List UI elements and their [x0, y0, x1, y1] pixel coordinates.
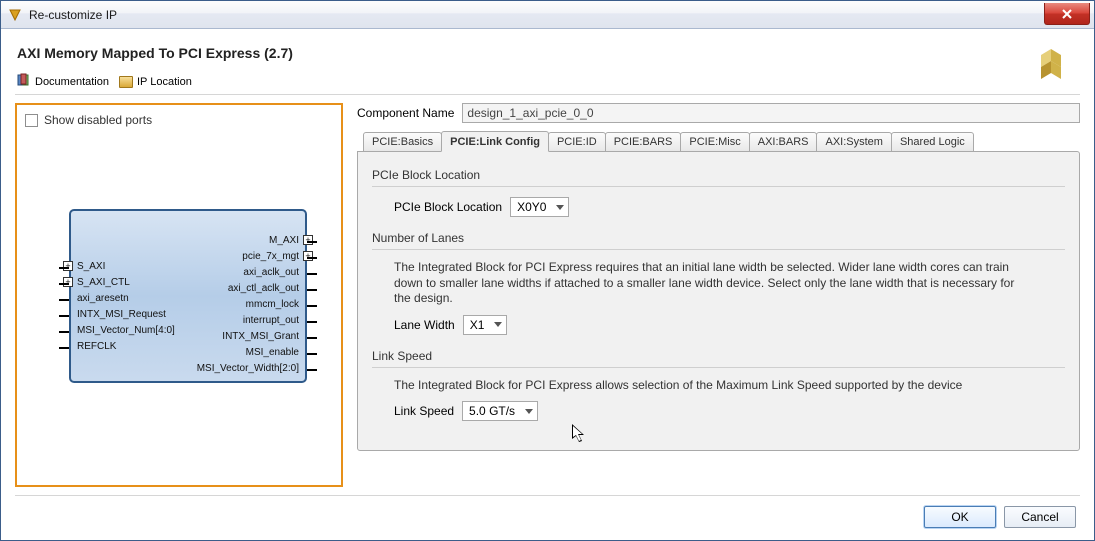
- tab-axi-system[interactable]: AXI:System: [816, 132, 891, 152]
- show-disabled-ports-checkbox[interactable]: Show disabled ports: [25, 111, 333, 131]
- link-speed-select[interactable]: 5.0 GT/s: [462, 401, 538, 421]
- port-msi-vector-num-4-0-: MSI_Vector_Num[4:0]: [77, 325, 175, 336]
- checkbox-icon: [25, 114, 38, 127]
- ip-block: +S_AXI +S_AXI_CTL axi_aresetn INTX_MSI_Requ…: [69, 209, 307, 383]
- window-title: Re-customize IP: [29, 8, 117, 22]
- port-axi-aresetn: axi_aresetn: [77, 293, 129, 304]
- port-interrupt-out: interrupt_out: [243, 315, 299, 326]
- ok-button[interactable]: OK: [924, 506, 996, 528]
- documentation-link[interactable]: Documentation: [15, 73, 111, 90]
- ip-location-label: IP Location: [137, 76, 192, 88]
- block-location-row: PCIe Block Location X0Y0: [394, 197, 1065, 217]
- tab-pcie-bars[interactable]: PCIE:BARS: [605, 132, 682, 152]
- link-speed-note: The Integrated Block for PCI Express all…: [394, 378, 1024, 394]
- expand-icon[interactable]: +: [63, 277, 73, 287]
- link-speed-row: Link Speed 5.0 GT/s: [394, 401, 1065, 421]
- lane-width-row: Lane Width X1: [394, 315, 1065, 335]
- lanes-note: The Integrated Block for PCI Express req…: [394, 260, 1024, 307]
- port-msi-vector-width-2-0-: MSI_Vector_Width[2:0]: [197, 363, 299, 374]
- config-panel: Component Name PCIE:BasicsPCIE:Link Conf…: [357, 103, 1080, 487]
- block-location-select[interactable]: X0Y0: [510, 197, 569, 217]
- separator: [372, 186, 1065, 187]
- port-stub: [307, 241, 317, 243]
- port-mmcm-lock: mmcm_lock: [246, 299, 299, 310]
- port-pcie-7x-mgt: pcie_7x_mgt+: [242, 251, 299, 262]
- toolbar: Documentation IP Location: [15, 71, 1080, 95]
- port-s-axi-ctl: +S_AXI_CTL: [77, 277, 130, 288]
- folder-icon: [119, 76, 133, 88]
- port-stub: [307, 369, 317, 371]
- tab-shared-logic[interactable]: Shared Logic: [891, 132, 974, 152]
- port-stub: [307, 257, 317, 259]
- port-stub: [59, 331, 69, 333]
- port-m-axi: M_AXI+: [269, 235, 299, 246]
- titlebar: Re-customize IP: [1, 1, 1094, 29]
- port-axi-ctl-aclk-out: axi_ctl_aclk_out: [228, 283, 299, 294]
- block-location-section-label: PCIe Block Location: [372, 168, 1065, 182]
- lanes-section-label: Number of Lanes: [372, 231, 1065, 245]
- tab-pcie-misc[interactable]: PCIE:Misc: [680, 132, 749, 152]
- tab-pcie-link-config[interactable]: PCIE:Link Config: [441, 131, 549, 152]
- chevron-down-icon: [525, 409, 533, 414]
- port-refclk: REFCLK: [77, 341, 116, 352]
- tab-body-link-config: PCIe Block Location PCIe Block Location …: [357, 151, 1080, 451]
- lane-width-select[interactable]: X1: [463, 315, 508, 335]
- chevron-down-icon: [494, 322, 502, 327]
- ip-diagram: +S_AXI +S_AXI_CTL axi_aresetn INTX_MSI_Requ…: [25, 131, 333, 477]
- ip-location-link[interactable]: IP Location: [117, 76, 194, 88]
- component-name-row: Component Name: [357, 103, 1080, 131]
- port-stub: [59, 347, 69, 349]
- link-speed-section-label: Link Speed: [372, 349, 1065, 363]
- block-location-label: PCIe Block Location: [394, 200, 502, 214]
- port-stub: [59, 299, 69, 301]
- tabs-container: PCIE:BasicsPCIE:Link ConfigPCIE:IDPCIE:B…: [357, 131, 1080, 451]
- tab-axi-bars[interactable]: AXI:BARS: [749, 132, 818, 152]
- show-disabled-label: Show disabled ports: [44, 113, 152, 127]
- tab-pcie-basics[interactable]: PCIE:Basics: [363, 132, 442, 152]
- content-area: AXI Memory Mapped To PCI Express (2.7): [1, 29, 1094, 540]
- port-stub: [307, 353, 317, 355]
- link-speed-value: 5.0 GT/s: [469, 404, 515, 418]
- port-stub: [59, 315, 69, 317]
- separator: [372, 249, 1065, 250]
- body-row: Show disabled ports +S_AXI +S_AXI_CTL axi_…: [15, 103, 1080, 487]
- component-name-input[interactable]: [462, 103, 1080, 123]
- lane-width-label: Lane Width: [394, 318, 455, 332]
- documentation-label: Documentation: [35, 76, 109, 88]
- port-stub: [307, 273, 317, 275]
- preview-panel: Show disabled ports +S_AXI +S_AXI_CTL axi_…: [15, 103, 343, 487]
- page-title: AXI Memory Mapped To PCI Express (2.7): [15, 41, 1080, 71]
- dialog-window: Re-customize IP AXI Memory Mapped To PCI…: [0, 0, 1095, 541]
- expand-icon[interactable]: +: [303, 235, 313, 245]
- port-stub: [59, 283, 69, 285]
- port-axi-aclk-out: axi_aclk_out: [243, 267, 299, 278]
- tabs-row: PCIE:BasicsPCIE:Link ConfigPCIE:IDPCIE:B…: [357, 131, 1080, 152]
- port-intx-msi-grant: INTX_MSI_Grant: [222, 331, 299, 342]
- port-stub: [59, 267, 69, 269]
- port-msi-enable: MSI_enable: [246, 347, 299, 358]
- app-icon: [7, 7, 23, 23]
- lane-width-value: X1: [470, 318, 485, 332]
- book-icon: [17, 73, 31, 90]
- close-icon: [1061, 9, 1073, 19]
- close-button[interactable]: [1044, 3, 1090, 25]
- port-stub: [307, 337, 317, 339]
- component-name-label: Component Name: [357, 106, 454, 120]
- vendor-logo: [1028, 45, 1074, 94]
- port-stub: [307, 321, 317, 323]
- port-s-axi: +S_AXI: [77, 261, 105, 272]
- dialog-footer: OK Cancel: [15, 495, 1080, 530]
- expand-icon[interactable]: +: [63, 261, 73, 271]
- expand-icon[interactable]: +: [303, 251, 313, 261]
- cancel-button[interactable]: Cancel: [1004, 506, 1076, 528]
- port-stub: [307, 305, 317, 307]
- port-stub: [307, 289, 317, 291]
- block-location-value: X0Y0: [517, 200, 546, 214]
- chevron-down-icon: [556, 205, 564, 210]
- separator: [372, 367, 1065, 368]
- tab-pcie-id[interactable]: PCIE:ID: [548, 132, 606, 152]
- port-intx-msi-request: INTX_MSI_Request: [77, 309, 166, 320]
- cursor-icon: [572, 424, 588, 444]
- link-speed-label: Link Speed: [394, 404, 454, 418]
